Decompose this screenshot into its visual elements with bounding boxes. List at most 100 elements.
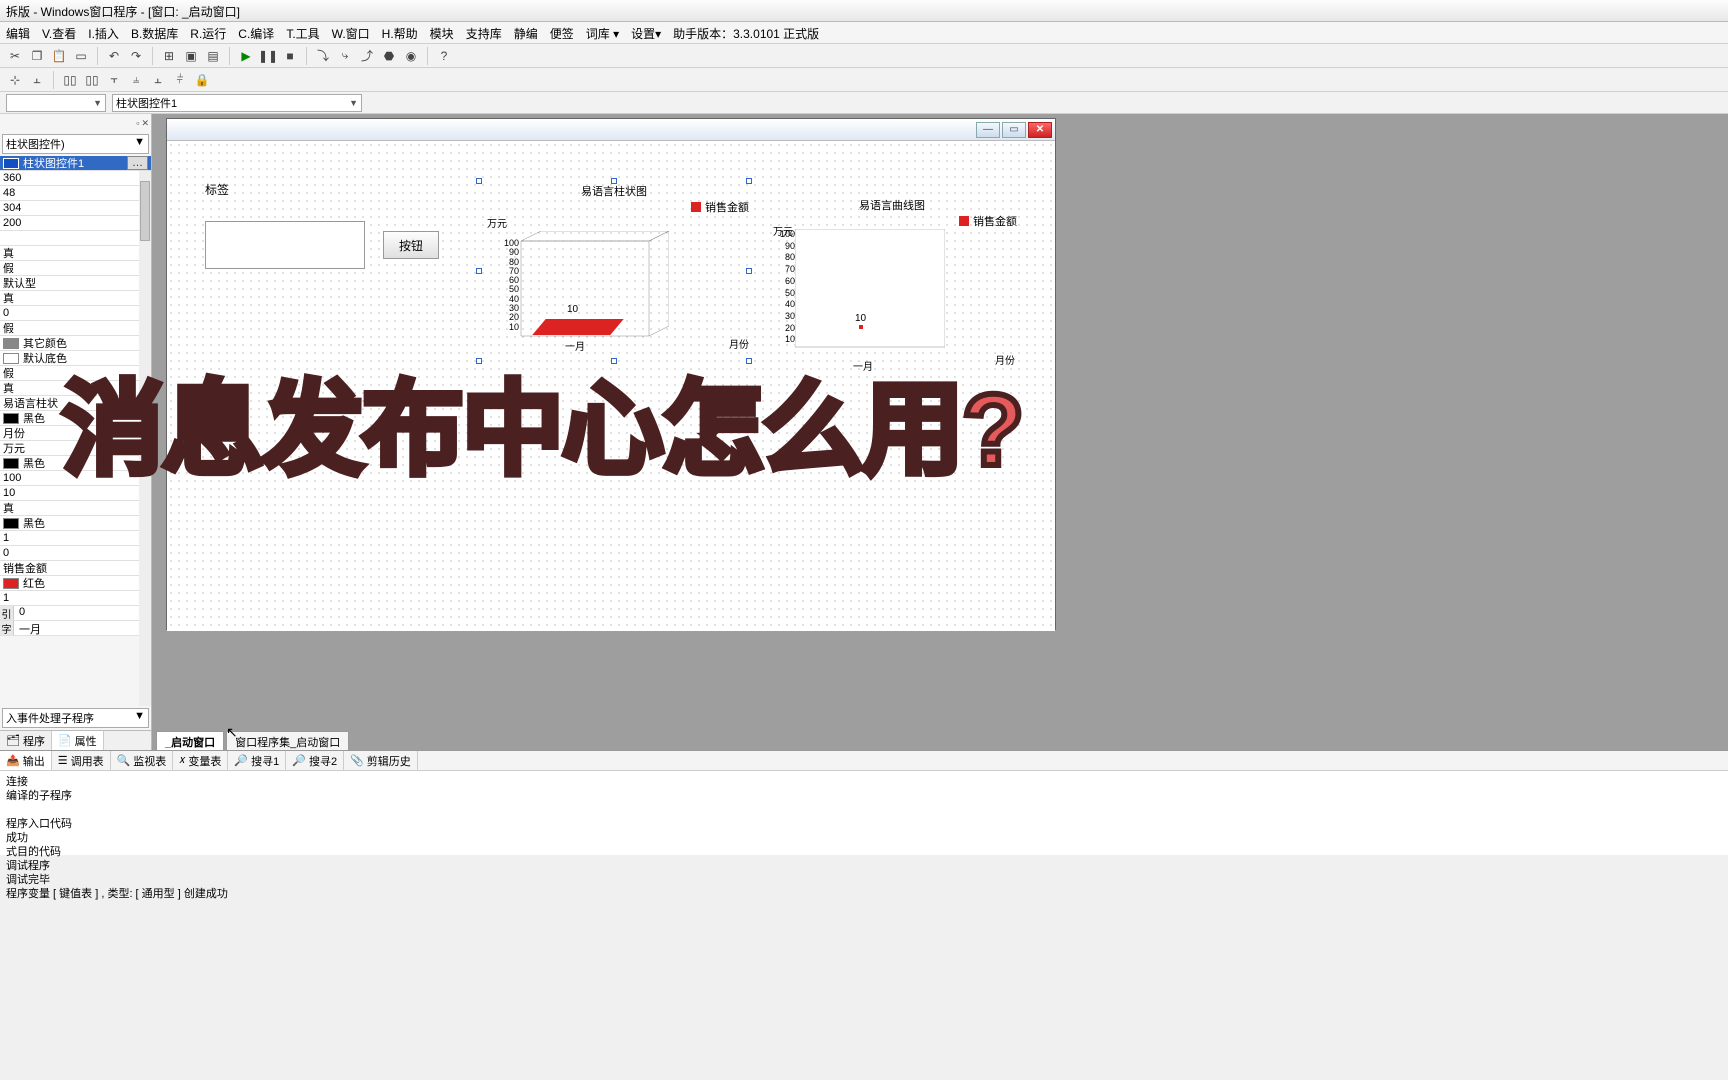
menu-run[interactable]: R.运行	[190, 25, 226, 40]
window-titlebar: 拆版 - Windows窗口程序 - [窗口: _启动窗口]	[0, 0, 1728, 22]
line-chart-control[interactable]: 易语言曲线图 销售金额 万元 月份 100908070605040302010 …	[767, 195, 1017, 365]
align-right-icon[interactable]: ▯▯	[83, 71, 101, 89]
data-bar	[532, 319, 623, 335]
combo-toolbar: ▼ 柱状图控件1▼	[0, 92, 1728, 114]
align-center-icon[interactable]: ⫨	[127, 71, 145, 89]
property-row[interactable]: 假	[0, 261, 151, 276]
tab-watch[interactable]: 🔍监视表	[111, 751, 174, 770]
property-row[interactable]: 默认型	[0, 276, 151, 291]
property-row[interactable]: 引0	[0, 606, 151, 621]
help-icon[interactable]: ?	[435, 47, 453, 65]
menu-edit[interactable]: 编辑	[6, 25, 30, 40]
property-row[interactable]: 黑色	[0, 516, 151, 531]
property-row[interactable]: 1	[0, 591, 151, 606]
browse-button[interactable]: …	[127, 156, 148, 170]
object-combo-2[interactable]: 柱状图控件1▼	[112, 94, 362, 112]
tab-program[interactable]: 🗂程序	[0, 731, 52, 750]
textbox-control[interactable]	[205, 221, 365, 269]
menu-static[interactable]: 静编	[514, 25, 538, 40]
tab-properties[interactable]: 📄属性	[52, 731, 104, 750]
property-row[interactable]: 真	[0, 291, 151, 306]
component-type-combo[interactable]: 柱状图控件)▼	[2, 134, 149, 154]
property-row[interactable]: 304	[0, 201, 151, 216]
close-panel-icon[interactable]: ✕	[141, 118, 149, 129]
redo-icon[interactable]: ↷	[127, 47, 145, 65]
align-tool-icon[interactable]: ⊹	[6, 71, 24, 89]
menu-tools[interactable]: T.工具	[286, 25, 319, 40]
tab-search2[interactable]: 🔎搜寻2	[286, 751, 344, 770]
editor-tabs: _启动窗口 窗口程序集_启动窗口	[152, 730, 351, 750]
new-icon[interactable]: ▭	[72, 47, 90, 65]
tab-window-assembly[interactable]: 窗口程序集_启动窗口	[226, 731, 349, 750]
property-row[interactable]: 假	[0, 321, 151, 336]
menu-window[interactable]: W.窗口	[332, 25, 370, 40]
lock-icon[interactable]: 🔒	[193, 71, 211, 89]
toggle-bp-icon[interactable]: ◉	[402, 47, 420, 65]
property-row[interactable]	[0, 231, 151, 246]
window-icon[interactable]: ▣	[182, 47, 200, 65]
step-out-icon[interactable]: ⤴	[358, 47, 376, 65]
button-control[interactable]: 按钮	[383, 231, 439, 259]
minimize-button[interactable]: —	[976, 122, 1000, 138]
align-bottom-icon[interactable]: ⫠	[149, 71, 167, 89]
label-control[interactable]: 标签	[205, 181, 229, 198]
pause-icon[interactable]: ❚❚	[259, 47, 277, 65]
form-icon[interactable]: ▤	[204, 47, 222, 65]
bar-chart-control[interactable]: 易语言柱状图 销售金额 万元 月份	[479, 181, 749, 361]
chart2-grid	[795, 229, 945, 349]
event-combo[interactable]: 入事件处理子程序▼	[2, 708, 149, 728]
output-panel: 📤输出 ☰调用表 🔍监视表 𝑥变量表 🔎搜寻1 🔎搜寻2 📎剪辑历史 连接编译的…	[0, 750, 1728, 855]
distribute-icon[interactable]: ⫩	[171, 71, 189, 89]
tab-search1[interactable]: 🔎搜寻1	[228, 751, 286, 770]
property-row[interactable]: 360	[0, 171, 151, 186]
menu-dict[interactable]: 词库 ▾	[586, 25, 619, 40]
align-top-icon[interactable]: ⫟	[105, 71, 123, 89]
tab-calltable[interactable]: ☰调用表	[52, 751, 111, 770]
menu-settings[interactable]: 设置▾	[631, 25, 661, 40]
property-row[interactable]: 48	[0, 186, 151, 201]
stop-icon[interactable]: ■	[281, 47, 299, 65]
component-name-row[interactable]: 柱状图控件1 …	[0, 156, 151, 171]
close-button[interactable]: ✕	[1028, 122, 1052, 138]
menu-database[interactable]: B.数据库	[131, 25, 178, 40]
undo-icon[interactable]: ↶	[105, 47, 123, 65]
menu-version: 助手版本：3.3.0101 正式版	[673, 25, 819, 40]
menu-module[interactable]: 模块	[430, 25, 454, 40]
property-row[interactable]: 真	[0, 501, 151, 516]
search-icon: 🔎	[234, 754, 248, 767]
pin-icon[interactable]: ▫	[136, 118, 139, 128]
property-row[interactable]: 1	[0, 531, 151, 546]
layout-tool-icon[interactable]: ⫠	[28, 71, 46, 89]
run-icon[interactable]: ▶	[237, 47, 255, 65]
menu-insert[interactable]: I.插入	[88, 25, 119, 40]
maximize-button[interactable]: ▭	[1002, 122, 1026, 138]
property-row[interactable]: 0	[0, 546, 151, 561]
breakpoint-icon[interactable]: ⬣	[380, 47, 398, 65]
tab-vars[interactable]: 𝑥变量表	[173, 751, 228, 770]
property-row[interactable]: 字一月	[0, 621, 151, 636]
property-row[interactable]: 红色	[0, 576, 151, 591]
property-row[interactable]: 销售金额	[0, 561, 151, 576]
list-icon: ☰	[58, 754, 68, 767]
menu-view[interactable]: V.查看	[42, 25, 76, 40]
property-row[interactable]: 真	[0, 246, 151, 261]
property-row[interactable]: 0	[0, 306, 151, 321]
y-ticks: 100908070605040302010	[495, 239, 519, 332]
menu-support[interactable]: 支持库	[466, 25, 502, 40]
menu-note[interactable]: 便签	[550, 25, 574, 40]
step-over-icon[interactable]: ⤵	[314, 47, 332, 65]
grid-icon[interactable]: ⊞	[160, 47, 178, 65]
cut-icon[interactable]: ✂	[6, 47, 24, 65]
copy-icon[interactable]: ❐	[28, 47, 46, 65]
paste-icon[interactable]: 📋	[50, 47, 68, 65]
align-left-icon[interactable]: ▯▯	[61, 71, 79, 89]
step-into-icon[interactable]: ⤷	[336, 47, 354, 65]
tab-output[interactable]: 📤输出	[0, 751, 52, 770]
tab-startup-window[interactable]: _启动窗口	[156, 731, 224, 750]
property-row[interactable]: 200	[0, 216, 151, 231]
tab-cliphistory[interactable]: 📎剪辑历史	[344, 751, 418, 770]
menu-help[interactable]: H.帮助	[382, 25, 418, 40]
chart1-title: 易语言柱状图	[479, 181, 749, 201]
menu-compile[interactable]: C.编译	[238, 25, 274, 40]
object-combo-1[interactable]: ▼	[6, 94, 106, 112]
